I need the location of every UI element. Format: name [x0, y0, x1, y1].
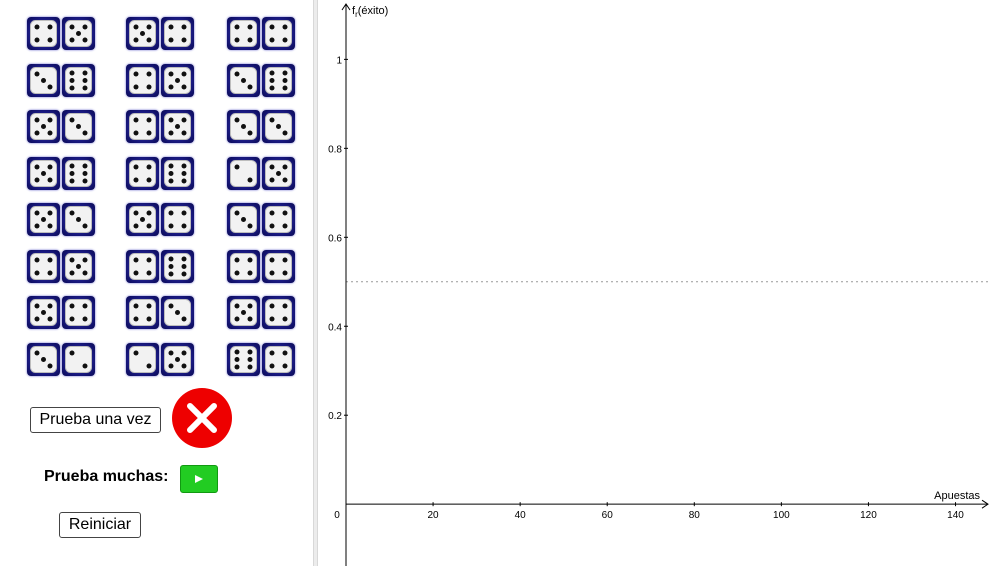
die-4-icon	[62, 296, 95, 329]
x-tick-label: 60	[602, 510, 614, 521]
dice-pair	[227, 250, 297, 284]
die-3-icon	[262, 110, 295, 143]
die-6-icon	[62, 157, 95, 190]
die-4-icon	[126, 64, 159, 97]
die-4-icon	[126, 157, 159, 190]
die-6-icon	[161, 250, 194, 283]
dice-pair	[126, 296, 196, 330]
dice-pair	[27, 110, 97, 144]
die-4-icon	[227, 17, 260, 50]
x-tick-label: 20	[428, 510, 440, 521]
die-5-icon	[161, 64, 194, 97]
dice-pair	[227, 17, 297, 51]
die-2-icon	[62, 343, 95, 376]
die-4-icon	[126, 296, 159, 329]
die-3-icon	[27, 343, 60, 376]
x-tick-label: 100	[773, 510, 790, 521]
dice-pair	[27, 157, 97, 191]
dice-pair	[126, 157, 196, 191]
die-6-icon	[62, 64, 95, 97]
x-tick-label: 80	[689, 510, 701, 521]
die-4-icon	[262, 296, 295, 329]
die-5-icon	[62, 17, 95, 50]
die-3-icon	[227, 203, 260, 236]
die-4-icon	[27, 250, 60, 283]
dice-pair	[27, 17, 97, 51]
die-4-icon	[262, 203, 295, 236]
die-3-icon	[227, 110, 260, 143]
die-4-icon	[262, 17, 295, 50]
die-6-icon	[227, 343, 260, 376]
dice-pair	[227, 203, 297, 237]
x-tick-label: 140	[947, 510, 964, 521]
die-5-icon	[27, 296, 60, 329]
y-tick-label: 0.8	[328, 144, 342, 155]
try-many-label: Prueba muchas:	[44, 468, 169, 485]
die-4-icon	[262, 343, 295, 376]
dice-pair	[126, 110, 196, 144]
play-icon	[195, 475, 203, 483]
try-once-button[interactable]: Prueba una vez	[30, 407, 161, 433]
dice-pair	[227, 296, 297, 330]
dice-pair	[227, 343, 297, 377]
dice-grid	[0, 0, 313, 380]
die-4-icon	[126, 250, 159, 283]
graphics-view[interactable]: 20 40 60 80 100 120 140 0.2 0.4 0.6 0.8 1 Apuestas …	[318, 0, 990, 566]
dice-pair	[126, 64, 196, 98]
die-5-icon	[126, 203, 159, 236]
y-tick-label: 0.4	[328, 322, 342, 333]
die-4-icon	[262, 250, 295, 283]
die-4-icon	[227, 250, 260, 283]
dice-pair	[27, 250, 97, 284]
dice-pair	[27, 64, 97, 98]
dice-pair	[27, 343, 97, 377]
die-6-icon	[262, 64, 295, 97]
x-axis-label: Apuestas	[934, 490, 980, 502]
dice-pair	[227, 110, 297, 144]
y-tick-label: 1	[336, 55, 342, 66]
dice-pair	[126, 203, 196, 237]
die-3-icon	[161, 296, 194, 329]
reset-button[interactable]: Reiniciar	[59, 512, 141, 538]
die-3-icon	[62, 110, 95, 143]
dice-pair	[227, 64, 297, 98]
dice-pair	[227, 157, 297, 191]
die-5-icon	[27, 203, 60, 236]
die-5-icon	[161, 110, 194, 143]
die-4-icon	[27, 17, 60, 50]
die-3-icon	[62, 203, 95, 236]
x-tick-label: 120	[860, 510, 877, 521]
die-5-icon	[27, 157, 60, 190]
dice-pair	[126, 17, 196, 51]
die-5-icon	[161, 343, 194, 376]
dice-pair	[27, 296, 97, 330]
die-4-icon	[161, 203, 194, 236]
die-4-icon	[161, 17, 194, 50]
control-panel: Prueba una vez Prueba muchas: Reiniciar	[0, 0, 313, 566]
play-button[interactable]	[180, 465, 218, 493]
y-axis-label: fr(éxito)	[352, 5, 388, 19]
die-5-icon	[227, 296, 260, 329]
die-6-icon	[161, 157, 194, 190]
die-5-icon	[62, 250, 95, 283]
die-4-icon	[126, 110, 159, 143]
die-5-icon	[126, 17, 159, 50]
die-3-icon	[27, 64, 60, 97]
dice-pair	[27, 203, 97, 237]
dice-pair	[126, 343, 196, 377]
die-2-icon	[227, 157, 260, 190]
origin-label: 0	[334, 510, 340, 521]
failure-icon	[170, 386, 234, 450]
y-tick-label: 0.2	[328, 411, 342, 422]
x-tick-label: 40	[515, 510, 527, 521]
die-5-icon	[27, 110, 60, 143]
die-5-icon	[262, 157, 295, 190]
dice-pair	[126, 250, 196, 284]
die-3-icon	[227, 64, 260, 97]
die-2-icon	[126, 343, 159, 376]
frequency-chart: 20 40 60 80 100 120 1400.20.40.60.81 Apuestas …	[328, 3, 989, 566]
y-tick-label: 0.6	[328, 233, 342, 244]
